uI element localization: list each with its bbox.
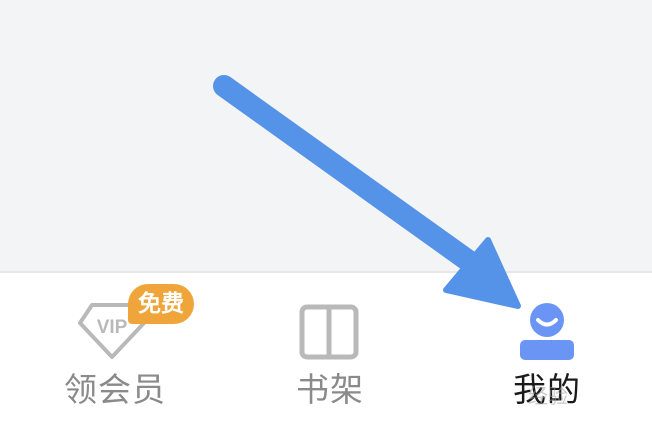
tab-bookshelf[interactable]: 书架: [270, 273, 390, 436]
free-badge: 免费: [128, 284, 194, 324]
tab-vip[interactable]: VIP 免费 领会员: [40, 273, 220, 436]
content-area: [0, 0, 652, 271]
vip-icon-text: VIP: [97, 317, 128, 338]
tab-mine[interactable]: 我的: [480, 273, 620, 436]
tab-vip-label: 领会员: [64, 370, 166, 409]
book-open-icon: [299, 304, 359, 360]
bottom-tab-bar: VIP 免费 领会员 书架 我的: [0, 273, 652, 436]
user-profile-icon: [520, 303, 574, 360]
tab-bookshelf-label: 书架: [296, 370, 364, 409]
watermark-text: 经验: [528, 384, 568, 408]
app-screen: VIP 免费 领会员 书架 我的 经验: [0, 0, 652, 436]
